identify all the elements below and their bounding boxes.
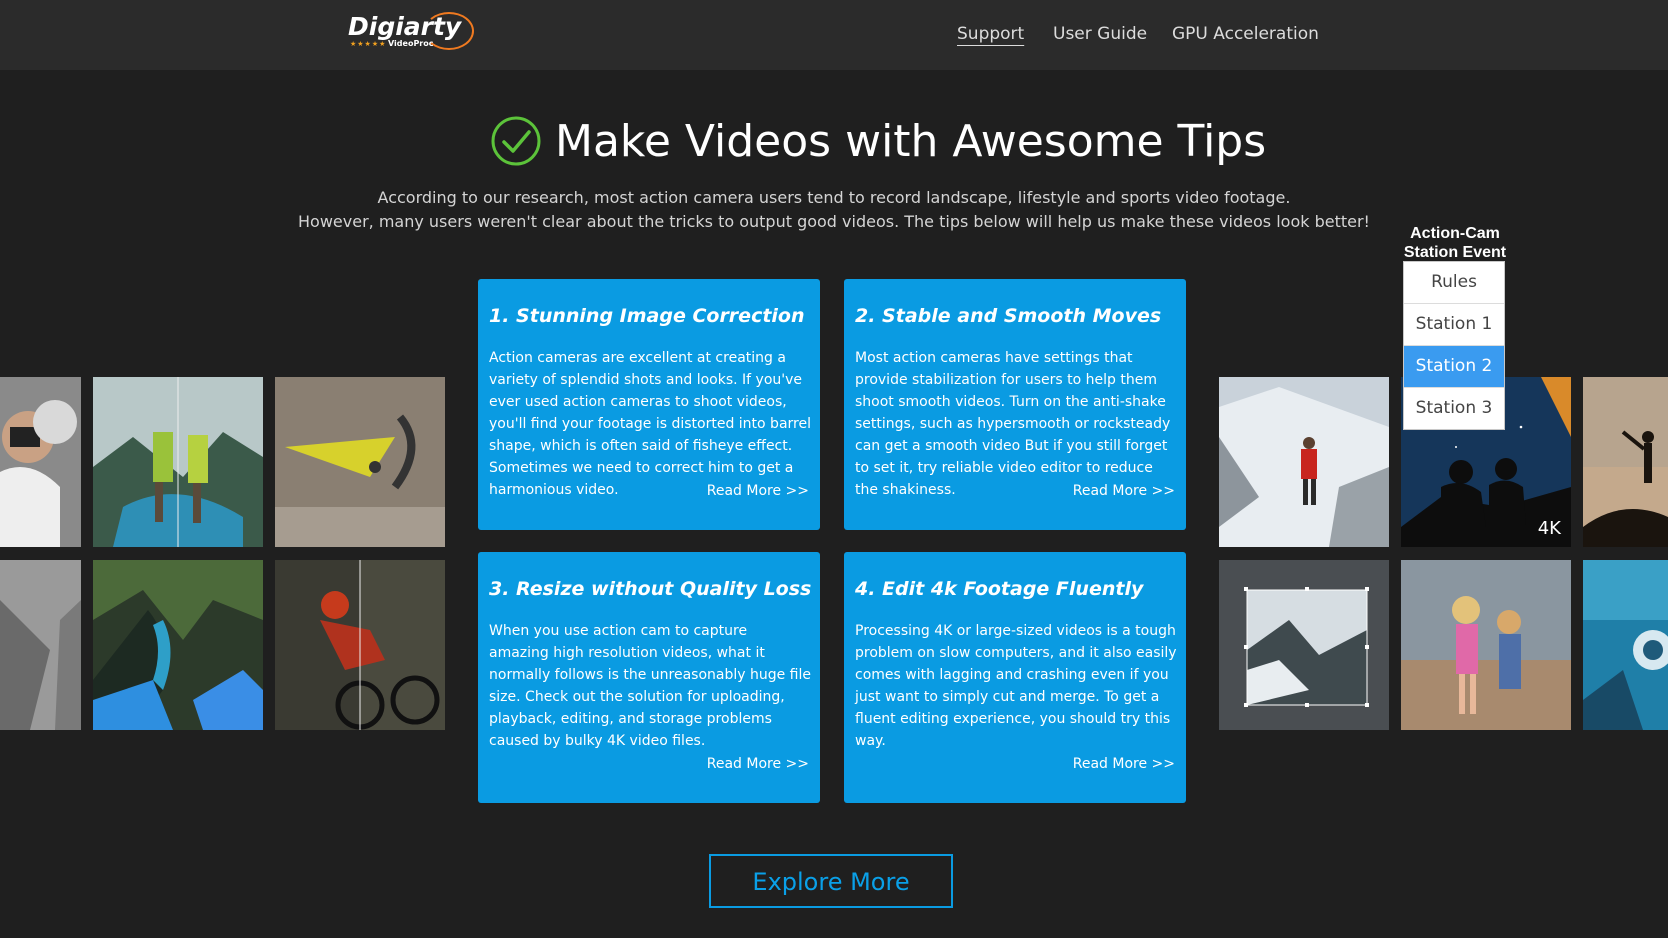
checkmark-circle-icon: [491, 116, 541, 166]
event-menu-rules[interactable]: Rules: [1404, 262, 1504, 304]
thumbnail-windsurfer: [275, 377, 445, 547]
tip-card-title: 3. Resize without Quality Loss: [489, 578, 812, 600]
nav-gpu-acceleration[interactable]: GPU Acceleration: [1172, 24, 1319, 44]
nav-support[interactable]: Support: [957, 24, 1024, 44]
4k-badge: 4K: [1537, 518, 1561, 539]
thumbnail-underwater: [1583, 560, 1668, 730]
tip-card-title: 1. Stunning Image Correction: [489, 305, 805, 327]
logo-stars-icon: ★★★★★: [350, 41, 387, 48]
event-menu-station-1[interactable]: Station 1: [1404, 304, 1504, 346]
logo-sub: VideoProc: [388, 39, 434, 48]
event-title-line-1: Action-Cam: [1410, 225, 1500, 242]
hero-description-line-1: According to our research, most action c…: [377, 188, 1291, 207]
thumbnail-cliff-legs: [93, 560, 263, 730]
read-more-link[interactable]: Read More >>: [707, 483, 809, 499]
read-more-link[interactable]: Read More >>: [1073, 483, 1175, 499]
tip-card-1[interactable]: 1. Stunning Image Correction Action came…: [478, 279, 820, 530]
tip-card-title: 2. Stable and Smooth Moves: [855, 305, 1162, 327]
thumbnail-hikers-fjord: [93, 377, 263, 547]
thumbnail-mountain-biker: [275, 560, 445, 730]
read-more-link[interactable]: Read More >>: [707, 756, 809, 772]
tip-card-4[interactable]: 4. Edit 4k Footage Fluently Processing 4…: [844, 552, 1186, 803]
explore-more-button[interactable]: Explore More: [709, 854, 953, 908]
event-menu: Rules Station 1 Station 2 Station 3: [1403, 261, 1505, 430]
page-title: Make Videos with Awesome Tips: [555, 116, 1267, 167]
tip-card-body: Processing 4K or large-sized videos is a…: [855, 623, 1177, 749]
tip-card-body: Action cameras are excellent at creating…: [489, 350, 811, 498]
thumbnail-sunset-silhouette: [1583, 377, 1668, 547]
thumbnail-kids-beach: [1401, 560, 1571, 730]
event-menu-station-2[interactable]: Station 2: [1404, 346, 1504, 388]
thumbnail-mountain-arch: [0, 560, 81, 730]
event-menu-station-3[interactable]: Station 3: [1404, 388, 1504, 429]
tip-card-3[interactable]: 3. Resize without Quality Loss When you …: [478, 552, 820, 803]
tip-card-2[interactable]: 2. Stable and Smooth Moves Most action c…: [844, 279, 1186, 530]
event-title-line-2: Station Event: [1403, 244, 1507, 261]
top-navigation-bar: Digiarty ★★★★★ VideoProc Support User Gu…: [0, 0, 1668, 70]
event-widget-title: Action-Cam Station Event: [1390, 224, 1520, 262]
read-more-link[interactable]: Read More >>: [1073, 756, 1175, 772]
digiarty-logo[interactable]: Digiarty ★★★★★ VideoProc: [348, 10, 474, 52]
thumbnail-crop-mountain: [1219, 560, 1389, 730]
logo-brand: Digiarty: [348, 12, 462, 41]
thumbnail-snow-hiker: [1219, 377, 1389, 547]
tip-card-body: When you use action cam to capture amazi…: [489, 623, 811, 749]
tip-card-body: Most action cameras have settings that p…: [855, 350, 1171, 498]
nav-user-guide[interactable]: User Guide: [1053, 24, 1147, 44]
tip-card-title: 4. Edit 4k Footage Fluently: [855, 578, 1144, 600]
thumbnail-photographer: [0, 377, 81, 547]
